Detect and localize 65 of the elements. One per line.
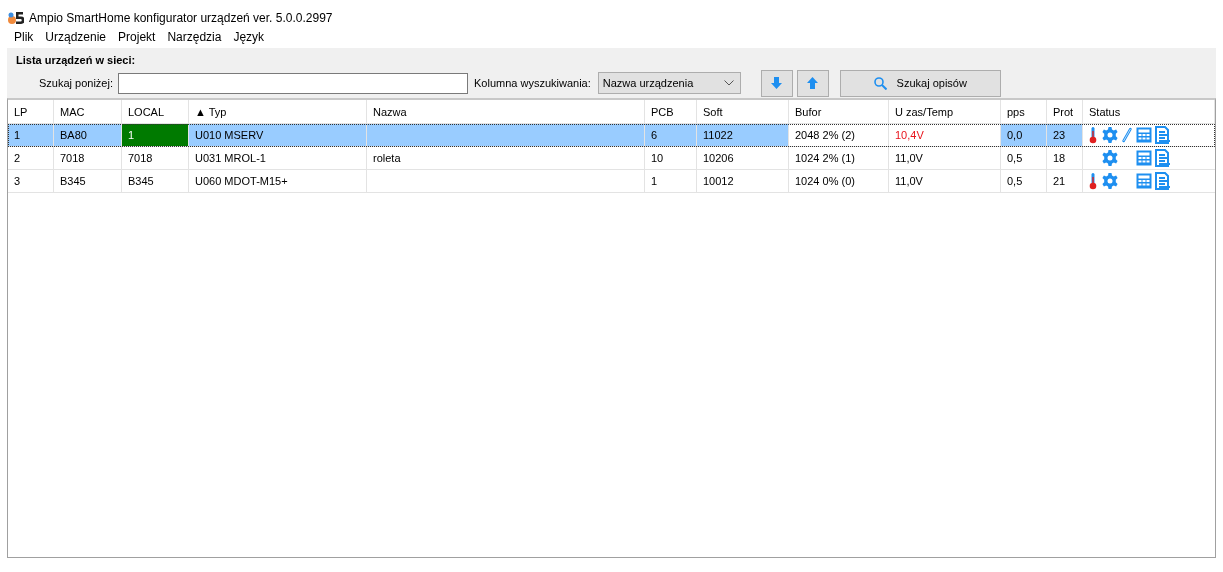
chevron-down-icon [723, 80, 734, 86]
table-cell: 0,5 [1001, 170, 1047, 193]
search-label: Szukaj poniżej: [39, 77, 113, 89]
table-cell: 10,4V [889, 124, 1001, 147]
table-cell: 10206 [697, 147, 789, 170]
column-header[interactable]: ▲ Typ [189, 100, 367, 124]
column-header[interactable]: Bufor [789, 100, 889, 124]
search-icon [873, 76, 887, 90]
window-title: Ampio SmartHome konfigurator urządzeń ver. 5.0.0.2997 [29, 11, 333, 25]
move-up-button[interactable] [796, 69, 829, 97]
column-header[interactable]: Prot [1047, 100, 1083, 124]
table-cell: 7018 [122, 147, 189, 170]
table-cell: 10 [645, 147, 697, 170]
column-label: Kolumna wyszukiwania: [474, 77, 591, 89]
table-row[interactable]: 1 BA80 1 U010 MSERV 6 11022 2048 2% (2) 10,4V 0,0 23 [8, 124, 1215, 147]
column-header[interactable]: LP [8, 100, 54, 124]
table-cell: 1 [645, 170, 697, 193]
table-cell: 1 [8, 124, 54, 147]
table-cell: 10012 [697, 170, 789, 193]
panel-title: Lista urządzeń w sieci: [16, 54, 137, 68]
table-cell: 7018 [54, 147, 122, 170]
table-cell: 1024 2% (1) [789, 147, 889, 170]
table-cell: U060 MDOT-M15+ [189, 170, 367, 193]
table-cell: 2 [8, 147, 54, 170]
arrow-down-icon [771, 77, 783, 89]
column-header[interactable]: U zas/Temp [889, 100, 1001, 124]
column-header[interactable]: PCB [645, 100, 697, 124]
column-header[interactable]: Status [1083, 100, 1215, 124]
table-cell: 3 [8, 170, 54, 193]
table-cell: BA80 [54, 124, 122, 147]
column-header[interactable]: pps [1001, 100, 1047, 124]
column-header[interactable]: MAC [54, 100, 122, 124]
table-cell: 11,0V [889, 170, 1001, 193]
column-dropdown[interactable]: Nazwa urządzenia [597, 72, 741, 94]
table-row[interactable]: 2 7018 7018 U031 MROL-1 roleta 10 10206 1024 2% (1) 11,0V 0,5 18 [8, 147, 1215, 170]
menu-item[interactable]: Projekt [112, 30, 162, 48]
table-cell: 1 [122, 124, 189, 147]
move-down-button[interactable] [760, 69, 793, 97]
search-descriptions-button[interactable]: Szukaj opisów [839, 69, 1001, 97]
arrow-up-icon [807, 77, 819, 89]
table-cell: 2048 2% (2) [789, 124, 889, 147]
search-field[interactable] [118, 72, 468, 94]
table-cell: U010 MSERV [189, 124, 367, 147]
table-cell: 0,0 [1001, 124, 1047, 147]
column-header[interactable]: Soft [697, 100, 789, 124]
table-cell: roleta [367, 147, 645, 170]
column-header[interactable]: LOCAL [122, 100, 189, 124]
table-cell: 11022 [697, 124, 789, 147]
menu-item[interactable]: Język [227, 30, 271, 48]
menu-item[interactable]: Narzędzia [161, 30, 228, 48]
table-cell: U031 MROL-1 [189, 147, 367, 170]
app-logo-icon [8, 11, 24, 25]
table-cell: 1024 0% (0) [789, 170, 889, 193]
menu-item[interactable]: Plik [8, 30, 40, 48]
column-header[interactable]: Nazwa [367, 100, 645, 124]
table-cell: 23 [1047, 124, 1083, 147]
table-row[interactable]: 3 B345 B345 U060 MDOT-M15+ 1 10012 1024 0% (0) 11,0V 0,5 21 [8, 170, 1215, 193]
table-cell: 6 [645, 124, 697, 147]
table-cell: B345 [54, 170, 122, 193]
table-cell: 18 [1047, 147, 1083, 170]
table-cell: 11,0V [889, 147, 1001, 170]
table-cell: 0,5 [1001, 147, 1047, 170]
menu-item[interactable]: Urządzenie [39, 30, 113, 48]
table-cell: 21 [1047, 170, 1083, 193]
table-cell: B345 [122, 170, 189, 193]
